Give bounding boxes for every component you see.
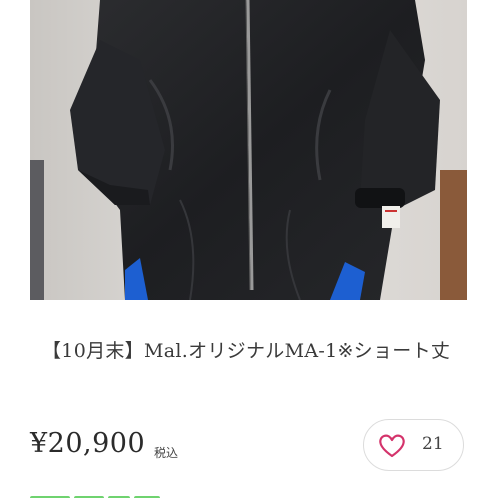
product-price: ¥20,900 xyxy=(30,428,146,459)
like-count: 21 xyxy=(422,434,444,454)
price-row: ¥20,900 税込 21 xyxy=(30,419,467,471)
product-card[interactable]: 【10月末】Mal.オリジナルMA-1※ショート丈 ¥20,900 税込 21 xyxy=(30,0,467,498)
tax-label: 税込 xyxy=(154,446,179,460)
cutoff-label-hint xyxy=(30,486,190,498)
jacket-image xyxy=(30,0,467,300)
heart-outline-icon xyxy=(379,434,405,458)
product-photo[interactable] xyxy=(30,0,467,300)
like-button[interactable]: 21 xyxy=(363,419,464,471)
page-margin xyxy=(467,0,498,498)
product-title[interactable]: 【10月末】Mal.オリジナルMA-1※ショート丈 xyxy=(42,336,452,367)
